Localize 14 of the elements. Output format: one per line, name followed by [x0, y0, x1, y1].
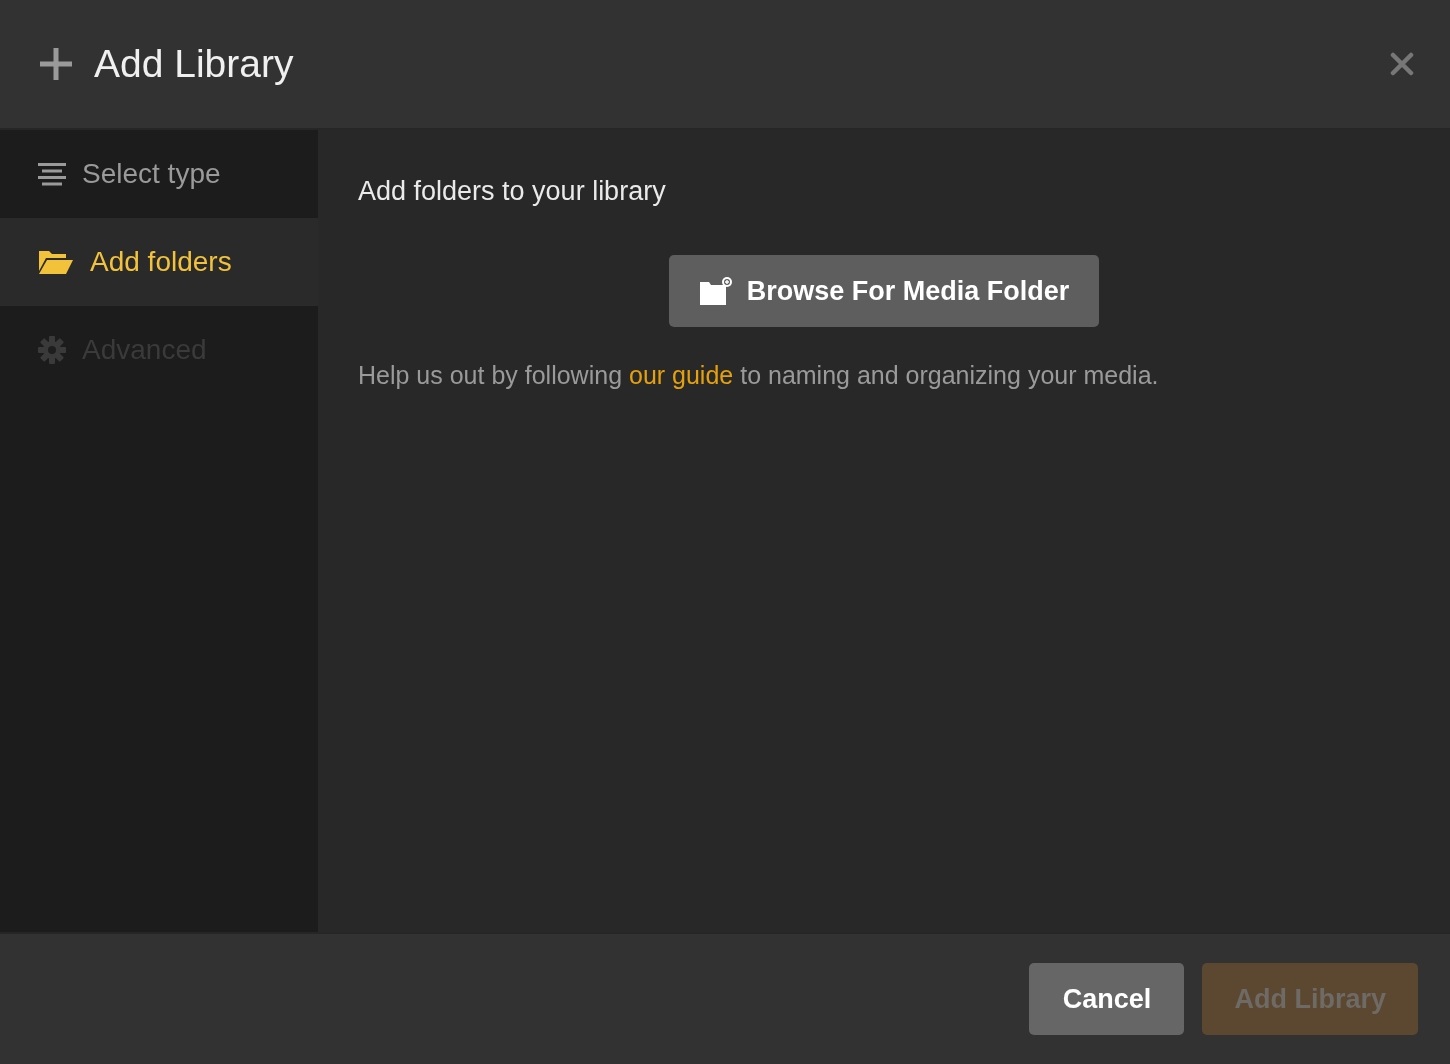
help-text: Help us out by following our guide to naming and organizing your media.	[358, 361, 1160, 390]
guide-link[interactable]: our guide	[629, 361, 734, 389]
list-icon	[38, 162, 66, 186]
folder-add-icon	[698, 276, 733, 306]
cancel-button[interactable]: Cancel	[1029, 963, 1185, 1035]
plus-icon	[40, 48, 72, 80]
section-heading: Add folders to your library	[358, 176, 667, 207]
dialog-title: Add Library	[94, 42, 295, 86]
gear-icon	[38, 336, 66, 364]
close-icon[interactable]	[1390, 52, 1414, 76]
sidebar-step[interactable]: Select type	[0, 130, 318, 218]
folder-icon	[38, 249, 74, 275]
browse-folder-button[interactable]: Browse For Media Folder	[668, 255, 1100, 327]
sidebar-step[interactable]: Add folders	[0, 218, 318, 306]
